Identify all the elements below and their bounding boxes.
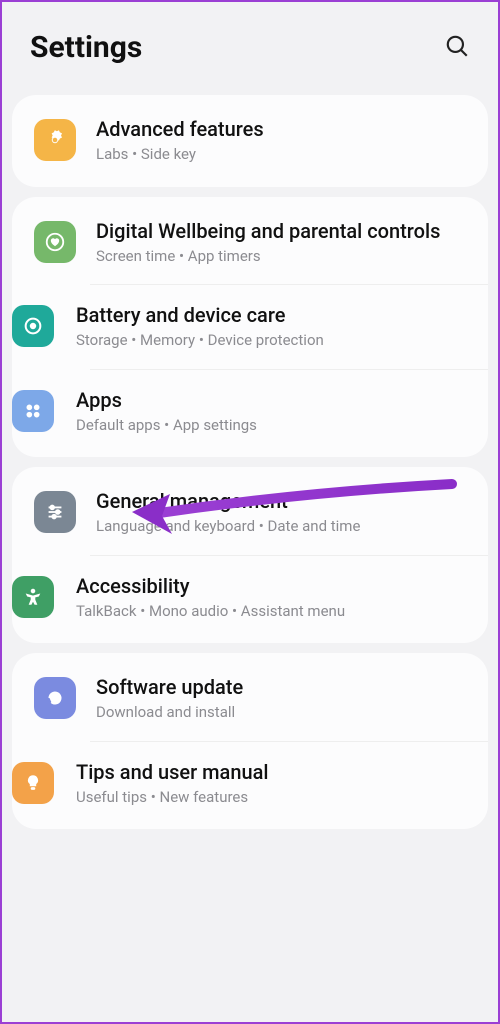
item-sub: Download and install (96, 703, 466, 723)
item-text: Advanced features Labs • Side key (96, 117, 466, 165)
item-title: Software update (96, 675, 466, 700)
item-sub: Storage • Memory • Device protection (76, 331, 466, 351)
lightbulb-icon (12, 762, 54, 804)
settings-group-4: Software update Download and install Tip… (12, 653, 488, 829)
item-general-management[interactable]: General management Language and keyboard… (12, 471, 488, 555)
item-sub: Language and keyboard • Date and time (96, 517, 466, 537)
item-digital-wellbeing[interactable]: Digital Wellbeing and parental controls … (12, 201, 488, 285)
item-title: Digital Wellbeing and parental controls (96, 219, 466, 244)
item-sub: Default apps • App settings (76, 416, 466, 436)
item-text: Digital Wellbeing and parental controls … (96, 219, 466, 267)
item-text: Apps Default apps • App settings (76, 388, 466, 436)
heart-circle-icon (34, 221, 76, 263)
item-text: General management Language and keyboard… (96, 489, 466, 537)
item-software-update[interactable]: Software update Download and install (12, 657, 488, 741)
item-battery-care[interactable]: Battery and device care Storage • Memory… (90, 284, 488, 369)
gear-plus-icon (34, 119, 76, 161)
page-title: Settings (30, 30, 142, 65)
item-title: Accessibility (76, 574, 466, 599)
four-dots-icon (12, 390, 54, 432)
settings-group-2: Digital Wellbeing and parental controls … (12, 197, 488, 458)
item-text: Accessibility TalkBack • Mono audio • As… (76, 574, 466, 622)
item-text: Battery and device care Storage • Memory… (76, 303, 466, 351)
item-sub: TalkBack • Mono audio • Assistant menu (76, 602, 466, 622)
download-loop-icon (34, 677, 76, 719)
refresh-circle-icon (12, 305, 54, 347)
settings-group-3: General management Language and keyboard… (12, 467, 488, 643)
item-apps[interactable]: Apps Default apps • App settings (90, 369, 488, 454)
item-sub: Useful tips • New features (76, 788, 466, 808)
item-title: Advanced features (96, 117, 466, 142)
item-tips[interactable]: Tips and user manual Useful tips • New f… (90, 741, 488, 826)
search-icon[interactable] (444, 33, 470, 63)
settings-group-1: Advanced features Labs • Side key (12, 95, 488, 187)
item-accessibility[interactable]: Accessibility TalkBack • Mono audio • As… (90, 555, 488, 640)
sliders-icon (34, 491, 76, 533)
item-text: Software update Download and install (96, 675, 466, 723)
item-sub: Labs • Side key (96, 145, 466, 165)
item-sub: Screen time • App timers (96, 247, 466, 267)
item-title: Apps (76, 388, 466, 413)
item-title: Tips and user manual (76, 760, 466, 785)
item-title: Battery and device care (76, 303, 466, 328)
item-advanced-features[interactable]: Advanced features Labs • Side key (12, 99, 488, 183)
settings-header: Settings (2, 2, 498, 85)
item-text: Tips and user manual Useful tips • New f… (76, 760, 466, 808)
person-icon (12, 576, 54, 618)
item-title: General management (96, 489, 466, 514)
